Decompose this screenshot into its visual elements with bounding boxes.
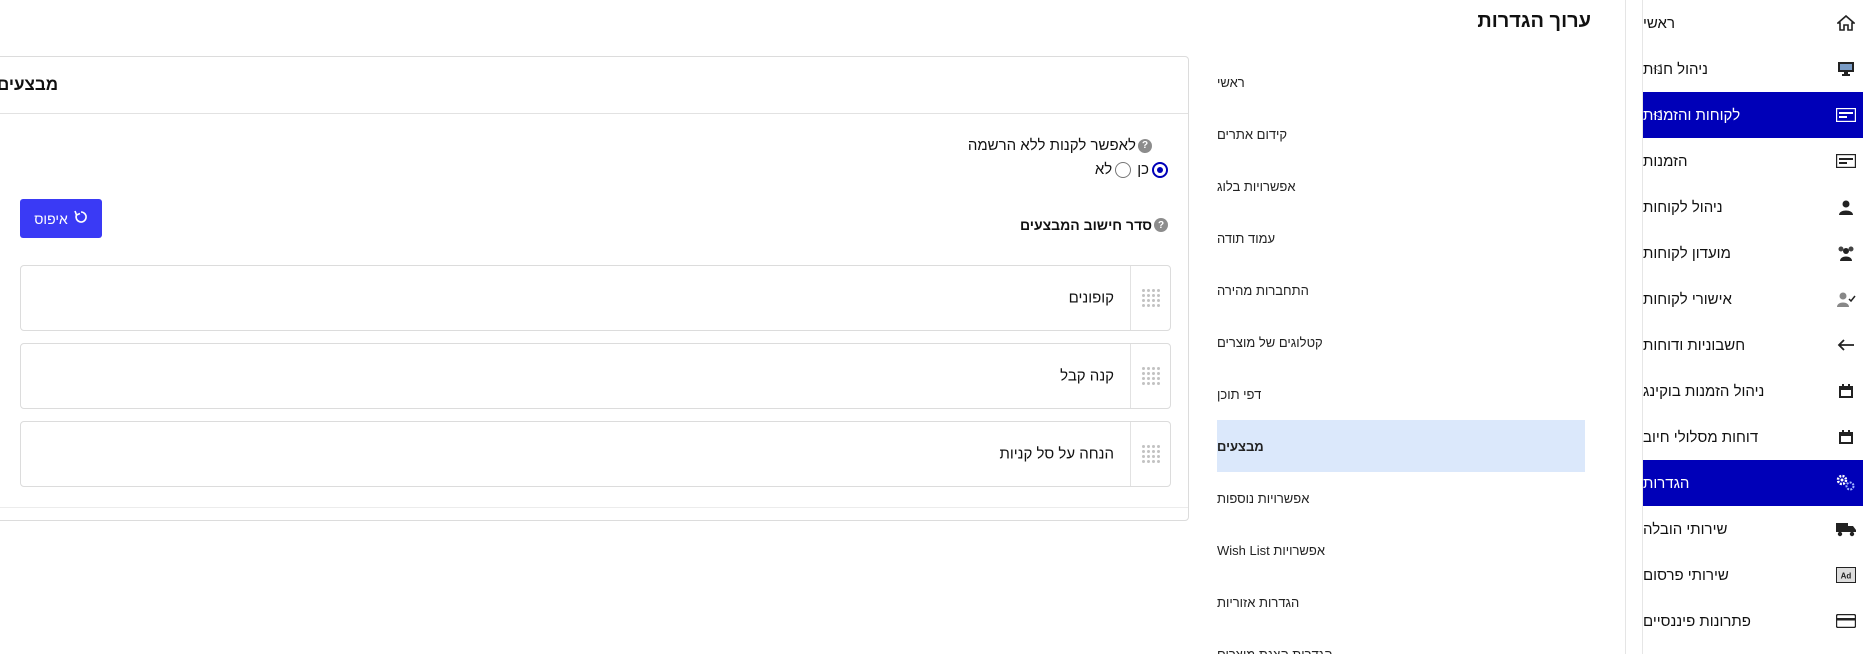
settings-tab-regional[interactable]: הגדרות אזוריות bbox=[1217, 576, 1585, 628]
gears-icon bbox=[1835, 472, 1857, 494]
id-card-icon bbox=[1835, 150, 1857, 172]
id-card-icon bbox=[1835, 104, 1857, 126]
sidebar-item-booking-orders[interactable]: ניהול הזמנות בוקינג bbox=[1643, 368, 1863, 414]
sidebar-item-label: מועדון לקוחות bbox=[1643, 244, 1731, 262]
calendar-icon bbox=[1835, 380, 1857, 402]
settings-tab-seo[interactable]: קידום אתרים bbox=[1217, 108, 1585, 160]
sortable-item-label: קנה קבל bbox=[1060, 367, 1114, 385]
sidebar-item-label: ניהול לקוחות bbox=[1643, 198, 1723, 216]
arrow-left-icon bbox=[1835, 334, 1857, 356]
sidebar-item-customer-club[interactable]: מועדון לקוחות bbox=[1643, 230, 1863, 276]
radio-no[interactable] bbox=[1115, 161, 1132, 178]
sidebar-item-invoices-reports[interactable]: חשבוניות ודוחות bbox=[1643, 322, 1863, 368]
monitor-icon bbox=[1835, 58, 1857, 80]
sidebar-item-customers-orders[interactable]: לקוחות והזמנות ◁ bbox=[1643, 92, 1863, 138]
settings-tab-wishlist[interactable]: אפשרויות Wish List bbox=[1217, 524, 1585, 576]
settings-tab-product-display[interactable]: הגדרות הצגת מוצרים bbox=[1217, 628, 1585, 654]
reset-button[interactable]: איפוס bbox=[20, 199, 102, 238]
settings-tab-catalogs[interactable]: קטלוגים של מוצרים bbox=[1217, 316, 1585, 368]
guest-purchase-label: ? לאפשר לקנות ללא הרשמה bbox=[968, 137, 1152, 154]
sortable-item-label: הנחה על סל קניות bbox=[999, 445, 1114, 463]
sidebar-item-home[interactable]: ראשי bbox=[1643, 0, 1863, 46]
guest-purchase-text: לאפשר לקנות ללא הרשמה bbox=[967, 137, 1136, 154]
drag-handle-icon[interactable] bbox=[1130, 266, 1170, 330]
expand-arrow-icon[interactable]: ◁ bbox=[1653, 107, 1661, 120]
sidebar-item-customer-management[interactable]: ניהול לקוחות bbox=[1643, 184, 1863, 230]
promotions-panel: מבצעים ? לאפשר לקנות ללא הרשמה כן לא ? ס… bbox=[0, 56, 1189, 521]
page-title: ערוך הגדרות bbox=[1477, 10, 1591, 32]
sidebar-item-billing-reports[interactable]: דוחות מסלולי חיוב bbox=[1643, 414, 1863, 460]
settings-tab-quick-login[interactable]: התחברות מהירה bbox=[1217, 264, 1585, 316]
radio-no-label: לא bbox=[1094, 161, 1113, 178]
calculation-order-label: ? סדר חישוב המבצעים bbox=[1020, 217, 1168, 233]
settings-tab-content-pages[interactable]: דפי תוכן bbox=[1217, 368, 1585, 420]
users-icon bbox=[1835, 242, 1857, 264]
help-icon[interactable]: ? bbox=[1138, 138, 1152, 153]
expand-arrow-icon[interactable]: ◁ bbox=[1653, 61, 1661, 74]
ad-icon: Ad bbox=[1835, 564, 1857, 586]
panel-title: מבצעים bbox=[0, 57, 1188, 114]
panel-footer-divider bbox=[0, 507, 1188, 508]
radio-option-no[interactable]: לא bbox=[1094, 161, 1132, 178]
radio-option-yes[interactable]: כן bbox=[1137, 161, 1168, 178]
reset-button-label: איפוס bbox=[34, 210, 68, 227]
calendar-icon bbox=[1835, 426, 1857, 448]
sidebar-item-orders[interactable]: הזמנות bbox=[1643, 138, 1863, 184]
sidebar-item-label: שירותי פרסום bbox=[1643, 566, 1729, 584]
sidebar-item-label: חשבוניות ודוחות bbox=[1643, 336, 1746, 354]
sortable-item-cart-discount[interactable]: הנחה על סל קניות bbox=[20, 421, 1171, 487]
sidebar-item-label: דוחות מסלולי חיוב bbox=[1643, 428, 1759, 446]
radio-yes[interactable] bbox=[1152, 161, 1168, 178]
guest-purchase-radio-group: כן לא bbox=[1095, 161, 1168, 178]
sortable-item-buy-get[interactable]: קנה קבל bbox=[20, 343, 1171, 409]
sidebar-item-customer-approvals[interactable]: אישורי לקוחות bbox=[1643, 276, 1863, 322]
sidebar-item-store-management[interactable]: ניהול חנות ◁ bbox=[1643, 46, 1863, 92]
reset-icon bbox=[74, 210, 88, 227]
sidebar-item-financial-solutions[interactable]: פתרונות פיננסיים bbox=[1643, 598, 1863, 644]
user-check-icon bbox=[1835, 288, 1857, 310]
sortable-item-coupons[interactable]: קופונים bbox=[20, 265, 1171, 331]
sidebar-item-label: אישורי לקוחות bbox=[1643, 290, 1732, 308]
drag-handle-icon[interactable] bbox=[1130, 344, 1170, 408]
truck-icon bbox=[1835, 518, 1857, 540]
sidebar-item-label: הגדרות bbox=[1643, 474, 1690, 492]
help-icon[interactable]: ? bbox=[1154, 218, 1168, 232]
settings-tab-promotions[interactable]: מבצעים bbox=[1217, 420, 1585, 472]
home-icon bbox=[1835, 12, 1857, 34]
sortable-item-label: קופונים bbox=[1068, 289, 1114, 307]
credit-card-icon bbox=[1835, 610, 1857, 632]
radio-yes-label: כן bbox=[1137, 161, 1149, 178]
svg-text:Ad: Ad bbox=[1841, 572, 1852, 581]
sidebar-item-label: שירותי הובלה bbox=[1643, 520, 1728, 538]
settings-tab-main[interactable]: ראשי bbox=[1217, 56, 1585, 108]
user-icon bbox=[1835, 196, 1857, 218]
sidebar-item-label: הזמנות bbox=[1643, 152, 1688, 170]
sidebar-item-settings[interactable]: הגדרות bbox=[1643, 460, 1863, 506]
main-sidebar: ראשי ניהול חנות ◁ לקוחות והזמנות ◁ הזמנו… bbox=[1625, 0, 1876, 654]
settings-tab-thank-you[interactable]: עמוד תודה bbox=[1217, 212, 1585, 264]
sidebar-item-advertising-services[interactable]: Ad שירותי פרסום bbox=[1643, 552, 1863, 598]
sidebar-item-label: ראשי bbox=[1643, 14, 1675, 32]
drag-handle-icon[interactable] bbox=[1130, 422, 1170, 486]
sidebar-item-shipping-services[interactable]: שירותי הובלה bbox=[1643, 506, 1863, 552]
sidebar-item-label: פתרונות פיננסיים bbox=[1643, 612, 1751, 630]
settings-tab-more-options[interactable]: אפשרויות נוספות bbox=[1217, 472, 1585, 524]
calculation-order-text: סדר חישוב המבצעים bbox=[1019, 217, 1152, 233]
sidebar-menu: ראשי ניהול חנות ◁ לקוחות והזמנות ◁ הזמנו… bbox=[1642, 0, 1863, 654]
sidebar-item-label: ניהול הזמנות בוקינג bbox=[1643, 382, 1765, 400]
settings-tab-blog[interactable]: אפשרויות בלוג bbox=[1217, 160, 1585, 212]
